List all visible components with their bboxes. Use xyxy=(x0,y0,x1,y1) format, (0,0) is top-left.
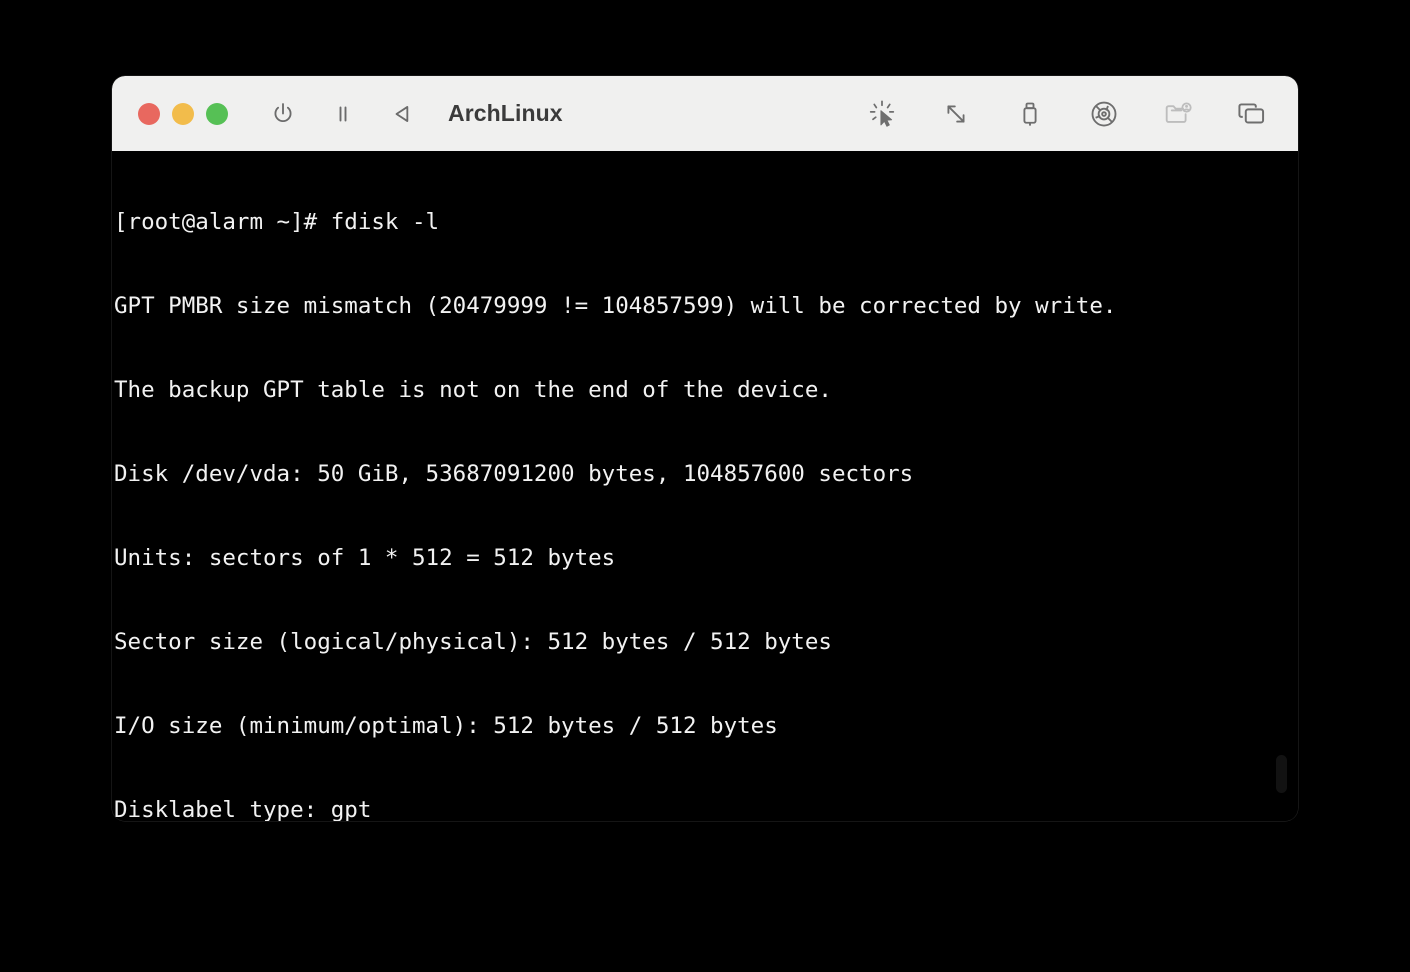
terminal-output: [root@alarm ~]# fdisk -l GPT PMBR size m… xyxy=(112,151,1116,821)
terminal-line: The backup GPT table is not on the end o… xyxy=(114,377,832,403)
cursor-click-icon[interactable] xyxy=(866,98,898,130)
terminal-screen[interactable]: [root@alarm ~]# fdisk -l GPT PMBR size m… xyxy=(112,151,1298,821)
pause-icon[interactable] xyxy=(328,99,358,129)
maximize-button[interactable] xyxy=(206,102,228,125)
titlebar-left-controls xyxy=(268,99,418,129)
window-title: ArchLinux xyxy=(448,100,563,126)
usb-device-icon[interactable] xyxy=(1014,98,1046,130)
terminal-scrollbar-thumb[interactable] xyxy=(1276,755,1287,793)
desktop-background: ArchLinux [root@alarm ~]# fdisk -l GPT P… xyxy=(0,0,1410,972)
close-button[interactable] xyxy=(138,102,160,125)
optical-disc-icon[interactable] xyxy=(1088,98,1120,130)
terminal-line: Sector size (logical/physical): 512 byte… xyxy=(114,629,832,655)
titlebar-right-controls xyxy=(866,98,1268,130)
power-icon[interactable] xyxy=(268,99,298,129)
minimize-button[interactable] xyxy=(172,102,194,125)
terminal-line: Disklabel type: gpt xyxy=(114,797,372,821)
vm-window: ArchLinux [root@alarm ~]# fdisk -l GPT P… xyxy=(112,76,1298,821)
windows-stack-icon[interactable] xyxy=(1236,98,1268,130)
shared-folder-icon[interactable] xyxy=(1162,98,1194,130)
traffic-lights-group xyxy=(138,102,228,125)
resize-diagonal-icon[interactable] xyxy=(940,98,972,130)
terminal-line: [root@alarm ~]# fdisk -l xyxy=(114,209,440,235)
terminal-line: I/O size (minimum/optimal): 512 bytes / … xyxy=(114,713,778,739)
terminal-line: Units: sectors of 1 * 512 = 512 bytes xyxy=(114,545,616,571)
back-triangle-icon[interactable] xyxy=(388,99,418,129)
window-titlebar[interactable]: ArchLinux xyxy=(112,76,1298,151)
terminal-line: GPT PMBR size mismatch (20479999 != 1048… xyxy=(114,293,1117,319)
terminal-line: Disk /dev/vda: 50 GiB, 53687091200 bytes… xyxy=(114,461,914,487)
